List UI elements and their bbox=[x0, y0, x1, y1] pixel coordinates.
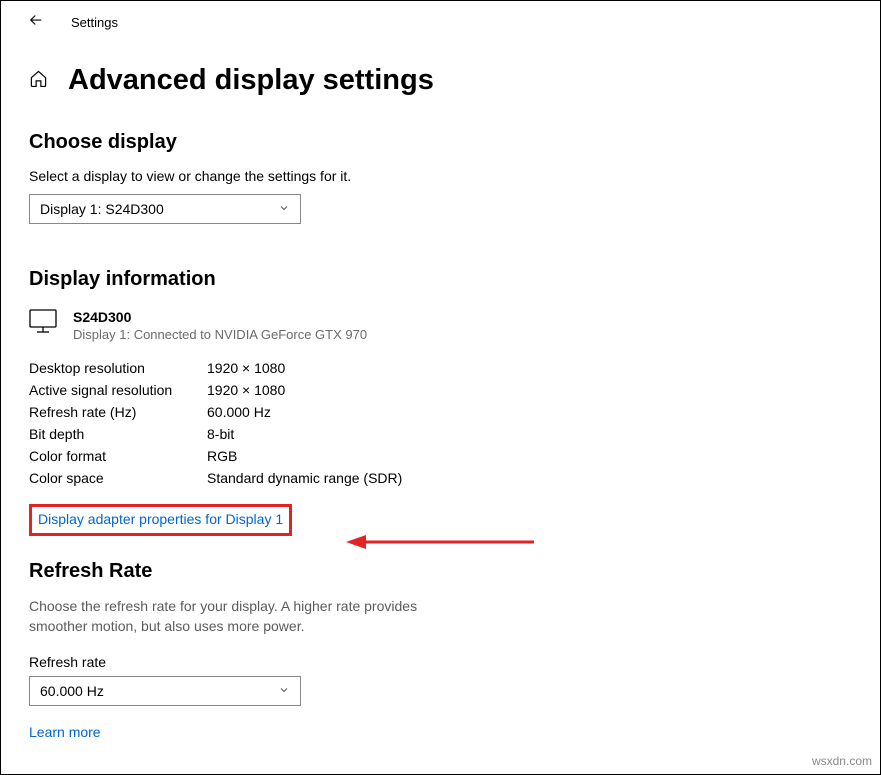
home-icon[interactable] bbox=[29, 69, 48, 93]
active-resolution-value: 1920 × 1080 bbox=[207, 382, 285, 398]
display-info-table: Desktop resolution 1920 × 1080 Active si… bbox=[29, 360, 852, 486]
bit-depth-value: 8-bit bbox=[207, 426, 234, 442]
monitor-sub: Display 1: Connected to NVIDIA GeForce G… bbox=[73, 327, 367, 342]
page-title: Advanced display settings bbox=[68, 64, 434, 97]
refresh-rate-select-value: 60.000 Hz bbox=[40, 683, 104, 699]
display-select-value: Display 1: S24D300 bbox=[40, 201, 164, 217]
desktop-resolution-label: Desktop resolution bbox=[29, 360, 207, 376]
refresh-rate-select[interactable]: 60.000 Hz bbox=[29, 676, 301, 706]
color-space-label: Color space bbox=[29, 470, 207, 486]
choose-display-heading: Choose display bbox=[29, 131, 852, 154]
refresh-rate-desc: Choose the refresh rate for your display… bbox=[29, 597, 469, 636]
watermark: wsxdn.com bbox=[812, 754, 872, 768]
color-format-label: Color format bbox=[29, 448, 207, 464]
desktop-resolution-value: 1920 × 1080 bbox=[207, 360, 285, 376]
active-resolution-label: Active signal resolution bbox=[29, 382, 207, 398]
annotation-arrow bbox=[346, 532, 536, 552]
display-select[interactable]: Display 1: S24D300 bbox=[29, 194, 301, 224]
chevron-down-icon bbox=[278, 202, 290, 217]
back-button[interactable] bbox=[27, 11, 45, 34]
refresh-rate-heading: Refresh Rate bbox=[29, 560, 852, 583]
chevron-down-icon bbox=[278, 684, 290, 699]
refresh-rate-field-label: Refresh rate bbox=[29, 654, 852, 670]
adapter-properties-highlight: Display adapter properties for Display 1 bbox=[29, 504, 292, 536]
monitor-icon bbox=[29, 309, 57, 333]
window-title: Settings bbox=[71, 15, 118, 30]
adapter-properties-link[interactable]: Display adapter properties for Display 1 bbox=[38, 511, 283, 527]
monitor-name: S24D300 bbox=[73, 309, 367, 325]
refresh-rate-value: 60.000 Hz bbox=[207, 404, 271, 420]
refresh-rate-label: Refresh rate (Hz) bbox=[29, 404, 207, 420]
learn-more-link[interactable]: Learn more bbox=[29, 724, 101, 740]
bit-depth-label: Bit depth bbox=[29, 426, 207, 442]
choose-display-desc: Select a display to view or change the s… bbox=[29, 168, 852, 184]
color-space-value: Standard dynamic range (SDR) bbox=[207, 470, 402, 486]
display-info-heading: Display information bbox=[29, 268, 852, 291]
color-format-value: RGB bbox=[207, 448, 237, 464]
